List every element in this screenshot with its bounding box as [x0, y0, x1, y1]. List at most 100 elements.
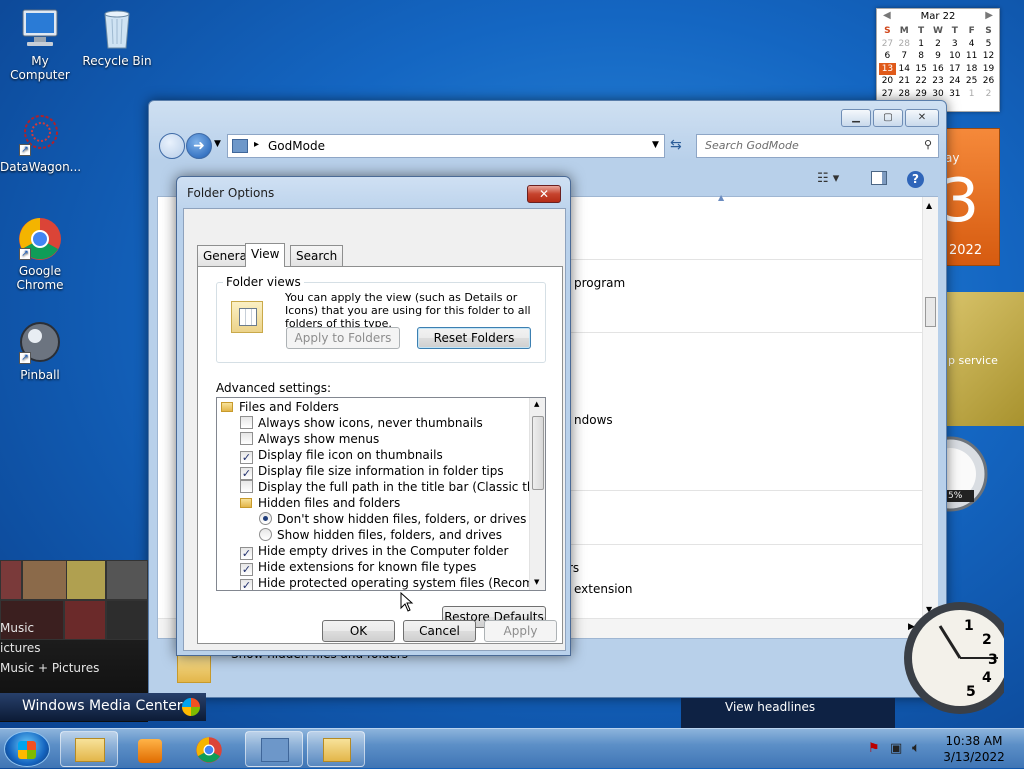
calendar-day[interactable]: 19 — [980, 63, 997, 76]
calendar-day[interactable]: 3 — [946, 38, 963, 51]
clock-gadget[interactable]: 1 2 3 4 5 — [900, 596, 1016, 720]
calendar-day[interactable]: 24 — [946, 75, 963, 88]
calendar-day[interactable]: 18 — [963, 63, 980, 76]
volume-icon[interactable]: 🔈︎ — [912, 740, 920, 756]
minimize-button[interactable]: ▁ — [841, 109, 871, 127]
calendar-day[interactable]: 23 — [930, 75, 947, 88]
setting-display-full-path[interactable]: Display the full path in the title bar (… — [240, 479, 545, 495]
desktop-icon-google-chrome[interactable]: ↗ Google Chrome — [0, 216, 80, 292]
media-thumbnail[interactable] — [22, 560, 70, 600]
calendar-day[interactable]: 14 — [896, 63, 913, 76]
help-icon[interactable]: ? — [907, 171, 924, 188]
calendar-day[interactable]: 15 — [913, 63, 930, 76]
calendar-day[interactable]: 2 — [980, 88, 997, 101]
taskbar-control-panel[interactable] — [245, 731, 303, 767]
calendar-day[interactable]: 28 — [896, 38, 913, 51]
desktop-icon-recycle-bin[interactable]: Recycle Bin — [77, 6, 157, 68]
list-item[interactable]: extension — [574, 582, 633, 596]
search-input[interactable]: Search GodMode ⚲ — [696, 134, 939, 158]
desktop-icon-datawagon[interactable]: ↗ DataWagon... — [0, 112, 81, 174]
preview-pane-icon[interactable] — [871, 171, 887, 185]
calendar-day[interactable]: 2 — [930, 38, 947, 51]
media-center-bar[interactable]: Windows Media Center — [0, 693, 206, 721]
setting-always-show-icons[interactable]: Always show icons, never thumbnails — [240, 415, 483, 431]
start-button[interactable] — [4, 731, 50, 767]
back-button[interactable] — [159, 133, 185, 159]
tab-search[interactable]: Search — [290, 245, 344, 266]
calendar-day[interactable]: 28 — [896, 88, 913, 101]
maximize-button[interactable]: ▢ — [873, 109, 903, 127]
media-thumbnail[interactable] — [106, 560, 148, 600]
calendar-day-gadget[interactable]: ay 3 2022 — [938, 128, 1000, 266]
apply-to-folders-button[interactable]: Apply to Folders — [286, 327, 400, 349]
reset-folders-button[interactable]: Reset Folders — [417, 327, 531, 349]
calendar-day[interactable]: 8 — [913, 50, 930, 63]
calendar-day[interactable]: 4 — [963, 38, 980, 51]
calendar-day[interactable]: 22 — [913, 75, 930, 88]
setting-dont-show-hidden[interactable]: Don't show hidden files, folders, or dri… — [259, 511, 526, 527]
feed-gadget[interactable]: p service — [944, 292, 1024, 426]
vertical-scrollbar[interactable]: ▲ ▼ — [922, 197, 938, 617]
calendar-day[interactable]: 5 — [980, 38, 997, 51]
calendar-day[interactable]: 30 — [930, 88, 947, 101]
address-bar[interactable]: ▸ GodMode ▼ — [227, 134, 665, 158]
address-dropdown-icon[interactable]: ▼ — [652, 140, 659, 150]
taskbar-explorer[interactable] — [60, 731, 118, 767]
checkbox[interactable] — [240, 480, 253, 493]
calendar-day[interactable]: 31 — [946, 88, 963, 101]
tab-view[interactable]: View — [245, 243, 286, 267]
calendar-day[interactable]: 7 — [896, 50, 913, 63]
search-icon[interactable]: ⚲ — [924, 138, 932, 151]
forward-button[interactable]: ➜ — [186, 133, 212, 159]
taskbar-chrome[interactable] — [180, 731, 238, 767]
network-icon[interactable]: ▣ — [890, 741, 902, 756]
calendar-day[interactable]: 11 — [963, 50, 980, 63]
scroll-up-icon[interactable]: ▲ — [926, 201, 932, 210]
media-label[interactable]: Music + Pictures — [0, 661, 99, 675]
scroll-down-icon[interactable]: ▼ — [534, 578, 539, 586]
checkbox[interactable] — [240, 416, 253, 429]
checkbox-checked[interactable]: ✓ — [240, 579, 253, 590]
radio[interactable] — [259, 528, 272, 541]
tree-scrollbar[interactable]: ▲ ▼ — [529, 398, 545, 590]
media-label[interactable]: ictures — [0, 641, 41, 655]
setting-display-file-size[interactable]: ✓ Display file size information in folder… — [240, 463, 504, 480]
next-month-icon[interactable]: ▶ — [985, 10, 993, 21]
media-thumbnail[interactable] — [66, 560, 106, 600]
setting-display-file-icon[interactable]: ✓ Display file icon on thumbnails — [240, 447, 443, 464]
setting-hide-extensions[interactable]: ✓ Hide extensions for known file types — [240, 559, 476, 576]
taskbar-clock[interactable]: 10:38 AM 3/13/2022 — [934, 733, 1014, 765]
calendar-day[interactable]: 27 — [879, 88, 896, 101]
folder-options-dialog[interactable]: Folder Options ✕ General View Search Fol… — [176, 176, 571, 656]
calendar-day[interactable]: 25 — [963, 75, 980, 88]
headlines-gadget[interactable]: View headlines — [681, 698, 895, 728]
taskbar-folder-options[interactable] — [307, 731, 365, 767]
action-center-icon[interactable]: ⚑ — [868, 741, 880, 756]
list-item[interactable]: ndows — [574, 413, 613, 427]
media-thumbnail[interactable] — [106, 600, 148, 640]
setting-show-hidden[interactable]: Show hidden files, folders, and drives — [259, 527, 502, 543]
cancel-button[interactable]: Cancel — [403, 620, 476, 642]
prev-month-icon[interactable]: ◀ — [883, 10, 891, 21]
calendar-day[interactable]: 17 — [946, 63, 963, 76]
scrollbar-thumb[interactable] — [532, 416, 544, 490]
calendar-day[interactable]: 9 — [930, 50, 947, 63]
advanced-settings-tree[interactable]: Files and Folders Always show icons, nev… — [216, 397, 546, 591]
calendar-day[interactable]: 20 — [879, 75, 896, 88]
calendar-day[interactable]: 1 — [963, 88, 980, 101]
desktop-icon-pinball[interactable]: ↗ Pinball — [0, 320, 80, 382]
view-options-icon[interactable]: ☷ ▾ — [817, 171, 839, 186]
calendar-day[interactable]: 29 — [913, 88, 930, 101]
taskbar-media-player[interactable] — [121, 731, 179, 767]
apply-button[interactable]: Apply — [484, 620, 557, 642]
checkbox[interactable] — [240, 432, 253, 445]
calendar-day-today[interactable]: 13 — [879, 62, 896, 75]
desktop-icon-my-computer[interactable]: My Computer — [0, 6, 80, 82]
close-button[interactable]: ✕ — [905, 109, 939, 127]
setting-hide-protected-files[interactable]: ✓ Hide protected operating system files (… — [240, 575, 545, 590]
calendar-day[interactable]: 26 — [980, 75, 997, 88]
scrollbar-thumb[interactable] — [925, 297, 936, 327]
scroll-up-icon[interactable]: ▲ — [534, 400, 539, 408]
dialog-close-button[interactable]: ✕ — [527, 185, 561, 203]
calendar-day[interactable]: 12 — [980, 50, 997, 63]
